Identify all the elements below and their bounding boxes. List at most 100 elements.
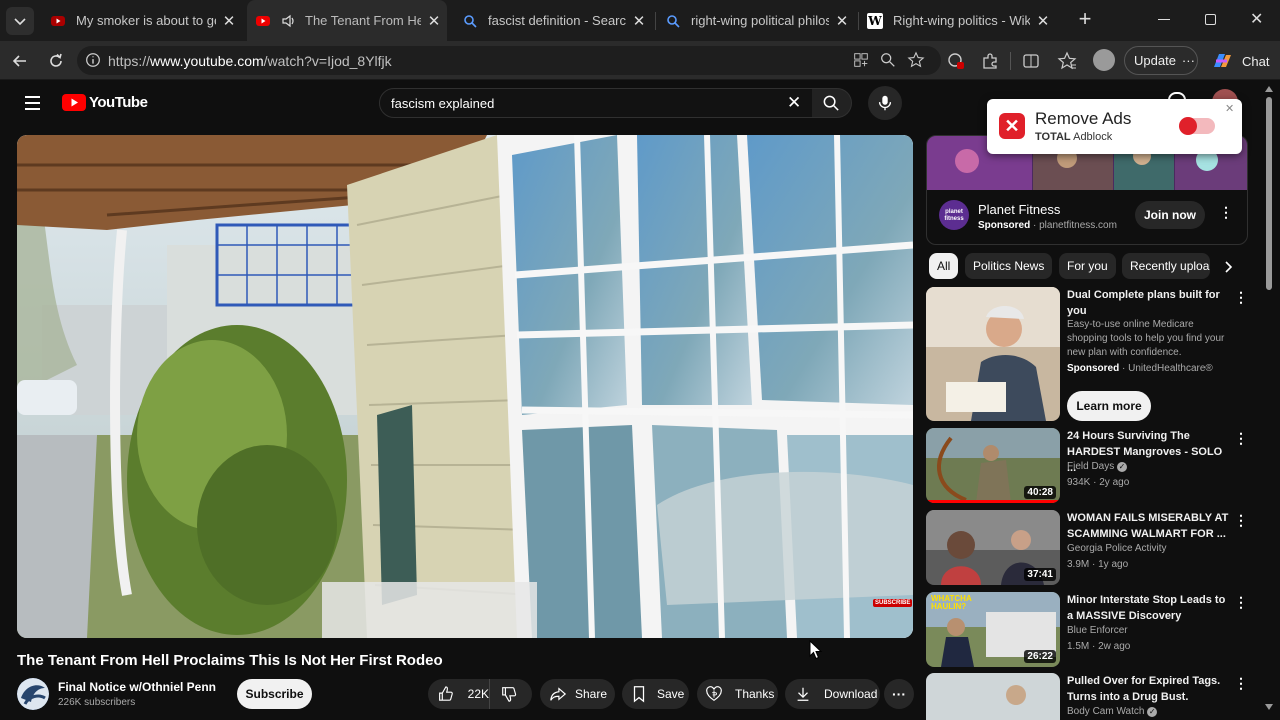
channel-name[interactable]: Final Notice w/Othniel Penn (58, 680, 216, 694)
voice-search-button[interactable] (868, 86, 902, 120)
join-now-button[interactable]: Join now (1135, 201, 1205, 229)
hamburger-menu-icon[interactable] (25, 96, 40, 110)
learn-more-button[interactable]: Learn more (1067, 391, 1151, 421)
search-input[interactable] (391, 94, 771, 112)
close-icon[interactable]: ✕ (1036, 12, 1050, 30)
more-actions-button[interactable]: ··· (884, 679, 914, 709)
subscribe-watermark[interactable]: SUBSCRIBE (873, 599, 913, 607)
thumbnail[interactable] (926, 287, 1060, 421)
chips-next-button[interactable] (1212, 253, 1246, 281)
recommendation-item[interactable]: Pulled Over for Expired Tags. Turns into… (926, 673, 1261, 720)
update-button[interactable]: Update ··· (1124, 46, 1198, 75)
tab-tenant-from-hell[interactable]: The Tenant From Hell P ✕ (247, 0, 447, 41)
chip-for-you[interactable]: For you (1059, 253, 1116, 279)
channel-avatar[interactable] (17, 678, 49, 710)
thumbnail[interactable]: 40:28 (926, 428, 1060, 503)
browser-toolbar: https://www.youtube.com/watch?v=Ijod_8Yl… (0, 41, 1280, 80)
video-title: The Tenant From Hell Proclaims This Is N… (17, 652, 443, 669)
thumbnail[interactable] (926, 673, 1060, 720)
upload-age: 1y ago (1098, 559, 1129, 570)
close-icon[interactable]: ✕ (835, 12, 849, 30)
profile-avatar[interactable] (1093, 49, 1115, 71)
like-button[interactable]: 22K (428, 679, 490, 709)
split-screen-icon[interactable] (1021, 51, 1041, 71)
more-vert-icon[interactable]: ⋮ (1234, 512, 1248, 529)
sponsored-recommendation[interactable]: Dual Complete plans built for you Easy-t… (926, 287, 1261, 421)
close-popup-icon[interactable]: ✕ (1225, 102, 1234, 115)
app-available-icon[interactable] (852, 51, 870, 69)
zoom-icon[interactable] (879, 51, 897, 69)
download-button[interactable]: Download (785, 679, 880, 709)
video-player[interactable]: SUBSCRIBE (17, 135, 913, 638)
favorites-icon[interactable] (1057, 51, 1077, 71)
chip-politics-news[interactable]: Politics News (965, 253, 1053, 279)
favorite-star-icon[interactable] (907, 51, 925, 69)
youtube-favicon-icon (256, 15, 270, 26)
address-bar[interactable]: https://www.youtube.com/watch?v=Ijod_8Yl… (77, 46, 941, 75)
search-box[interactable]: ✕ (379, 88, 813, 118)
chip-recently-uploaded[interactable]: Recently uploa (1122, 253, 1210, 279)
clear-search-icon[interactable]: ✕ (787, 93, 801, 113)
tab-right-wing-philosophy[interactable]: right-wing political philosop ✕ (657, 0, 855, 41)
upload-age: 2y ago (1099, 477, 1130, 488)
share-button[interactable]: Share (540, 679, 615, 709)
close-window-button[interactable]: ✕ (1250, 9, 1263, 29)
more-vert-icon[interactable]: ⋮ (1234, 430, 1248, 447)
tab-wikipedia[interactable]: W Right-wing politics - Wikipe ✕ (860, 0, 1056, 41)
adblock-extension-icon[interactable] (946, 51, 966, 71)
tab-smoker[interactable]: My smoker is about to get a ✕ (44, 0, 244, 41)
refresh-icon[interactable] (46, 51, 66, 71)
subscribe-button[interactable]: Subscribe (237, 679, 312, 709)
channel-name[interactable]: Georgia Police Activity (1067, 543, 1167, 554)
copilot-chat-button[interactable]: Chat (1211, 51, 1269, 71)
remove-ads-title: Remove Ads (1035, 109, 1132, 128)
extensions-puzzle-icon[interactable] (980, 51, 1000, 71)
scrollbar-thumb[interactable] (1266, 97, 1272, 290)
page-scrollbar[interactable] (1264, 84, 1274, 714)
bookmark-icon (633, 686, 645, 703)
thumbnail[interactable]: WHATCHA HAULIN? 26:22 (926, 592, 1060, 667)
new-tab-button[interactable]: + (1073, 8, 1097, 32)
upload-age: 2w ago (1098, 641, 1131, 652)
thumbnail-image (926, 287, 1060, 421)
watch-progress-bar (926, 500, 1060, 503)
tab-actions-button[interactable] (6, 7, 34, 35)
search-button[interactable] (812, 88, 852, 118)
speaker-icon[interactable] (281, 13, 297, 29)
channel-name[interactable]: Body Cam Watch (1067, 706, 1144, 717)
recommendation-item[interactable]: 37:41 WOMAN FAILS MISERABLY AT SCAMMING … (926, 510, 1261, 586)
restore-button[interactable] (1205, 14, 1216, 25)
dislike-button[interactable] (490, 679, 518, 709)
total-adblock-logo-icon: ✕ (999, 113, 1025, 139)
more-vert-icon[interactable]: ⋮ (1234, 675, 1248, 692)
more-vert-icon[interactable]: ⋮ (1234, 594, 1248, 611)
remove-ads-toggle[interactable] (1179, 117, 1215, 135)
tab-fascist-definition[interactable]: fascist definition - Search ✕ (452, 0, 652, 41)
youtube-logo[interactable]: YouTube (62, 94, 148, 111)
search-favicon-icon (667, 14, 680, 28)
chip-all[interactable]: All (929, 253, 959, 279)
recommendation-item[interactable]: WHATCHA HAULIN? 26:22 Minor Interstate S… (926, 592, 1261, 668)
channel-name[interactable]: Blue Enforcer (1067, 625, 1128, 636)
close-icon[interactable]: ✕ (222, 12, 236, 30)
channel-name[interactable]: Field Days (1067, 461, 1114, 472)
ad-more-icon[interactable]: ⋮ (1219, 204, 1233, 221)
more-vert-icon[interactable]: ⋮ (1234, 289, 1248, 306)
close-icon[interactable]: ✕ (632, 12, 646, 30)
close-icon[interactable]: ✕ (427, 12, 441, 30)
more-horizontal-icon: ··· (892, 686, 906, 702)
wikipedia-favicon-icon: W (867, 12, 883, 29)
recommendation-item[interactable]: 40:28 24 Hours Surviving The HARDEST Man… (926, 428, 1261, 504)
thumbnail[interactable]: 37:41 (926, 510, 1060, 585)
minimize-button[interactable] (1158, 19, 1170, 20)
share-arrow-icon (550, 687, 567, 701)
copilot-icon (1214, 54, 1231, 67)
youtube-favicon-icon (51, 15, 65, 26)
back-arrow-icon[interactable] (10, 51, 30, 71)
site-info-icon[interactable] (84, 51, 102, 69)
scroll-up-arrow-icon[interactable] (1265, 86, 1273, 92)
save-button[interactable]: Save (622, 679, 689, 709)
scroll-down-arrow-icon[interactable] (1265, 704, 1273, 710)
thanks-button[interactable]: Thanks (697, 679, 778, 709)
tab-divider (858, 12, 859, 30)
